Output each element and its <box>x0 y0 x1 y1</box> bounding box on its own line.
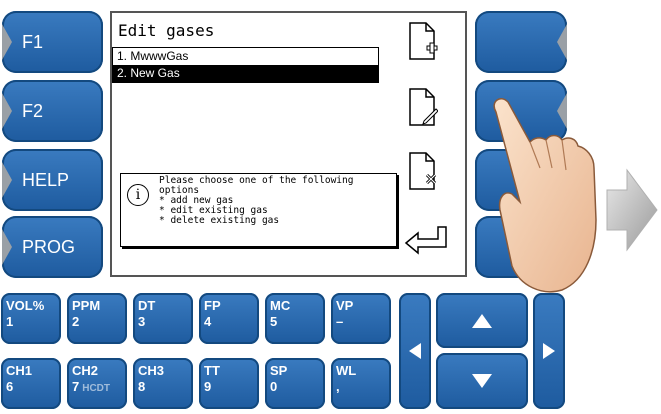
right-arrow-button[interactable] <box>533 293 565 409</box>
up-arrow-icon <box>472 313 492 328</box>
key-ppm[interactable]: PPM 2 <box>67 293 127 344</box>
f1-key[interactable]: F1 <box>2 11 103 73</box>
key-top-label: MC <box>270 298 291 313</box>
key-bottom-label: – <box>336 314 344 329</box>
key-top-label: VOL% <box>6 298 45 313</box>
key-top-label: FP <box>204 298 221 313</box>
file-add-icon[interactable] <box>408 21 438 61</box>
gas-list: 1. MwwwGas 2. New Gas <box>112 47 379 83</box>
key-tt[interactable]: TT 9 <box>199 358 259 409</box>
list-item[interactable]: 1. MwwwGas <box>113 48 378 65</box>
key-top-label: CH1 <box>6 363 33 378</box>
key-ch2[interactable]: CH2 7 HCDT <box>67 358 127 409</box>
key-bottom-label: 2 <box>72 314 80 329</box>
prog-key[interactable]: PROG <box>2 216 103 278</box>
key-ch1[interactable]: CH1 6 <box>1 358 61 409</box>
key-notch <box>2 93 12 129</box>
big-right-arrow-icon <box>606 168 658 252</box>
down-arrow-button[interactable] <box>436 353 528 409</box>
return-arrow-icon[interactable] <box>404 223 448 255</box>
f1-label: F1 <box>22 31 44 52</box>
display-screen: Edit gases 1. MwwwGas 2. New Gas i Pleas… <box>110 11 467 277</box>
key-bottom-label: , <box>336 379 340 394</box>
left-arrow-button[interactable] <box>399 293 431 409</box>
key-bottom-label: 6 <box>6 379 14 394</box>
help-key[interactable]: HELP <box>2 149 103 211</box>
key-mc[interactable]: MC 5 <box>265 293 325 344</box>
key-top-label: VP <box>336 298 354 313</box>
device-panel: F1 F2 HELP PROG Edit gases 1. MwwwGas 2.… <box>0 0 661 414</box>
pointing-hand-icon <box>493 98 597 293</box>
key-bottom-label: 7 <box>72 379 80 394</box>
screen-title: Edit gases <box>118 21 215 40</box>
down-arrow-icon <box>472 374 492 388</box>
key-notch <box>2 162 12 198</box>
key-bottom-label: 9 <box>204 379 212 394</box>
key-bottom-label: 1 <box>6 314 14 329</box>
f2-key[interactable]: F2 <box>2 80 103 142</box>
key-top-label: TT <box>204 363 220 378</box>
key-notch <box>557 24 567 60</box>
key-bottom-label: 8 <box>138 379 146 394</box>
left-arrow-icon <box>409 343 421 359</box>
key-ch3[interactable]: CH3 8 <box>133 358 193 409</box>
key-notch <box>2 24 12 60</box>
list-item-selected[interactable]: 2. New Gas <box>113 65 378 82</box>
key-vol-percent[interactable]: VOL% 1 <box>1 293 61 344</box>
right-arrow-icon <box>543 343 555 359</box>
right-softkey-1[interactable] <box>475 11 567 73</box>
key-top-label: CH2 <box>72 363 99 378</box>
key-top-label: SP <box>270 363 288 378</box>
key-sp[interactable]: SP 0 <box>265 358 325 409</box>
key-vp[interactable]: VP – <box>331 293 391 344</box>
help-label: HELP <box>22 169 70 190</box>
key-top-label: DT <box>138 298 156 313</box>
up-arrow-button[interactable] <box>436 293 528 348</box>
file-edit-icon[interactable] <box>408 87 438 127</box>
hcdt-label: HCDT <box>82 383 111 394</box>
key-bottom-label: 4 <box>204 314 212 329</box>
key-fp[interactable]: FP 4 <box>199 293 259 344</box>
info-box: i Please choose one of the following opt… <box>120 173 397 247</box>
prog-label: PROG <box>22 236 76 257</box>
key-top-label: PPM <box>72 298 101 313</box>
key-wl[interactable]: WL, <box>331 358 391 409</box>
key-notch <box>2 229 12 265</box>
f2-label: F2 <box>22 100 44 121</box>
key-bottom-label: 0 <box>270 379 278 394</box>
key-dt[interactable]: DT 3 <box>133 293 193 344</box>
info-icon: i <box>127 184 149 206</box>
key-bottom-label: 5 <box>270 314 278 329</box>
info-text: Please choose one of the following optio… <box>159 175 354 226</box>
key-top-label: CH3 <box>138 363 165 378</box>
key-bottom-label: 3 <box>138 314 146 329</box>
file-delete-icon[interactable] <box>408 151 438 191</box>
key-top-label: WL <box>336 363 357 378</box>
